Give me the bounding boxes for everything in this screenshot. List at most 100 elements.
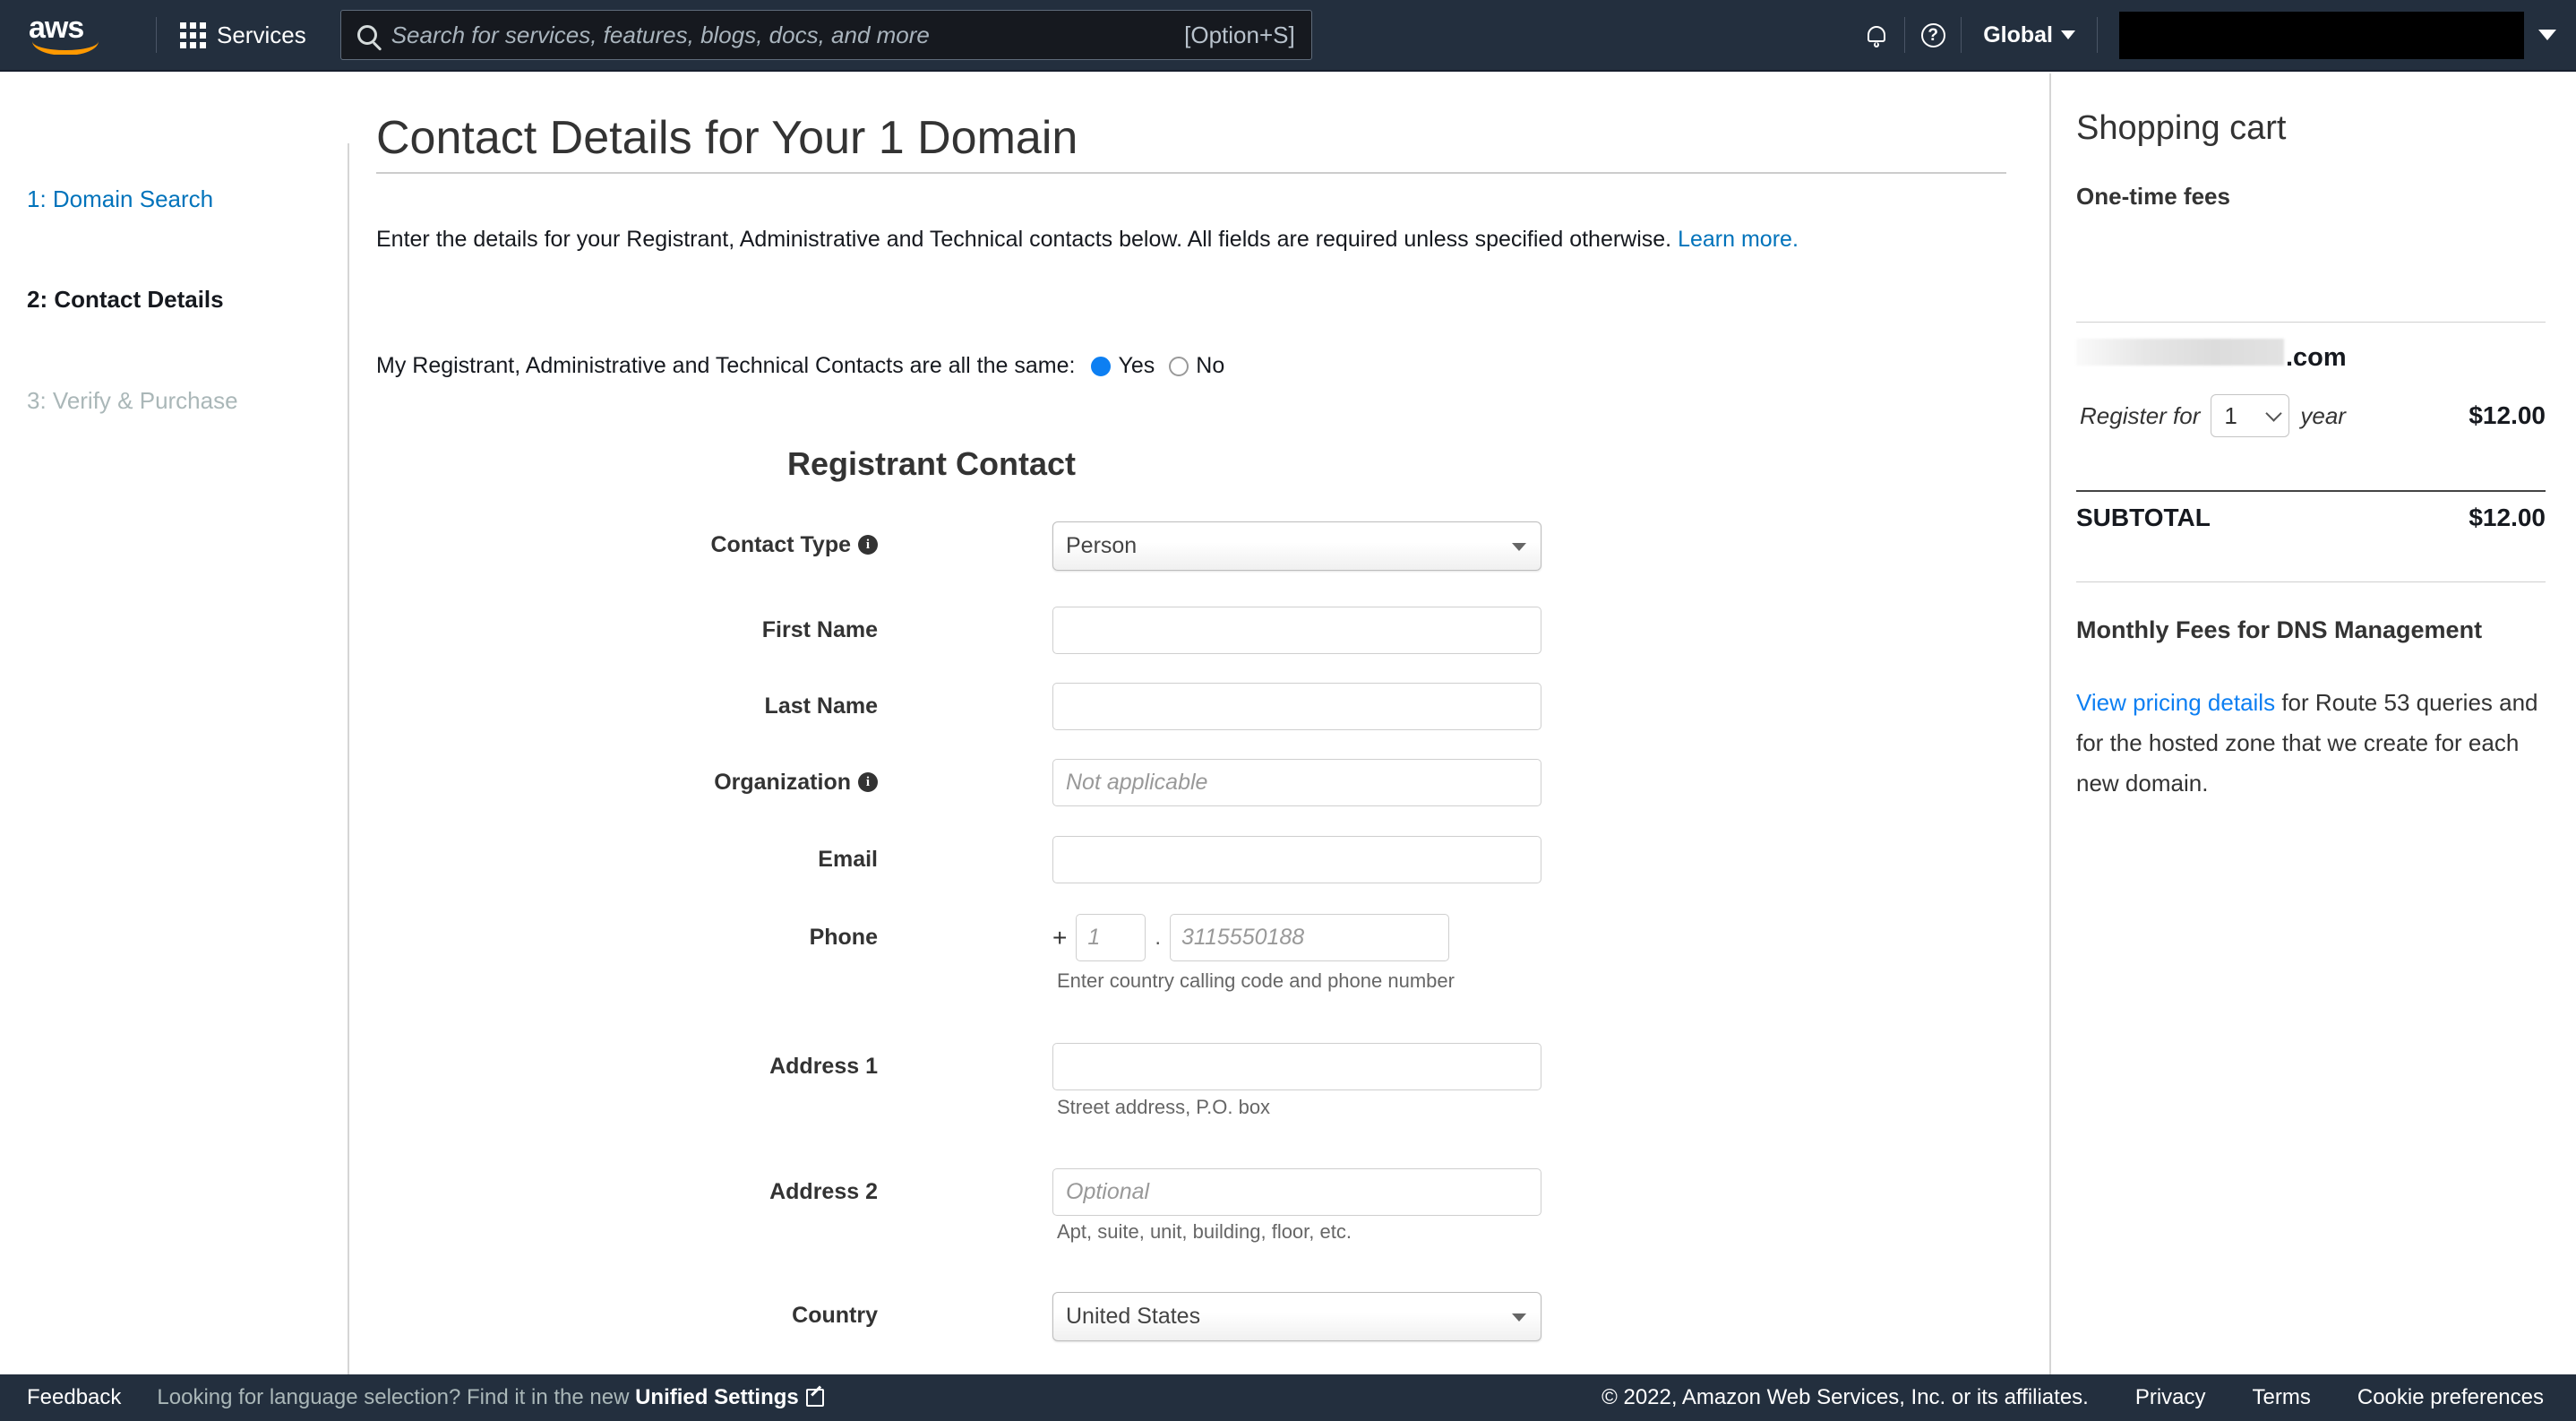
cart-rule [2076, 322, 2546, 323]
register-unit-label: year [2300, 402, 2346, 430]
shopping-cart-panel: Shopping cart One-time fees .com Registe… [2049, 73, 2576, 1374]
info-icon[interactable]: i [858, 772, 878, 792]
global-search-box[interactable]: [Option+S] [340, 10, 1312, 60]
learn-more-link[interactable]: Learn more. [1678, 227, 1799, 252]
email-input[interactable] [1052, 836, 1541, 883]
register-years-value: 1 [2224, 402, 2237, 430]
search-input[interactable] [390, 21, 1184, 50]
services-label: Services [217, 22, 306, 49]
privacy-link[interactable]: Privacy [2135, 1385, 2206, 1410]
monthly-fees-heading: Monthly Fees for DNS Management [2076, 616, 2482, 644]
intro-text: Enter the details for your Registrant, A… [376, 227, 1671, 252]
contact-type-label: Contact Type [711, 532, 852, 558]
last-name-label: Last Name [765, 693, 878, 719]
country-label: Country [792, 1303, 878, 1329]
same-contacts-question: My Registrant, Administrative and Techni… [376, 353, 1075, 379]
email-label: Email [818, 847, 878, 873]
cart-rule [2076, 490, 2546, 492]
chevron-down-icon [1512, 1313, 1526, 1322]
address2-label-wrap: Address 2 [412, 1168, 878, 1215]
feedback-link[interactable]: Feedback [27, 1385, 121, 1410]
account-menu-redacted[interactable] [2119, 12, 2524, 59]
first-name-control [1052, 607, 1541, 654]
organization-input[interactable] [1052, 759, 1541, 806]
email-label-wrap: Email [412, 836, 878, 883]
cart-register-row: Register for 1 year $12.00 [2080, 394, 2546, 437]
terms-link[interactable]: Terms [2253, 1385, 2311, 1410]
country-value: United States [1066, 1304, 1200, 1330]
sidebar-step-domain-search[interactable]: 1: Domain Search [27, 185, 213, 213]
phone-hint: Enter country calling code and phone num… [1057, 969, 1455, 993]
region-selector[interactable]: Global [1962, 0, 2097, 71]
address1-label: Address 1 [769, 1054, 878, 1080]
first-name-label-wrap: First Name [412, 607, 878, 653]
wizard-steps-sidebar: 1: Domain Search 2: Contact Details 3: V… [0, 73, 349, 1374]
same-contacts-yes-option[interactable]: Yes [1091, 353, 1155, 379]
register-for-label: Register for [2080, 402, 2200, 430]
search-shortcut-hint: [Option+S] [1184, 22, 1295, 49]
aws-logo[interactable]: aws [27, 15, 125, 55]
aws-logo-text: aws [29, 15, 83, 40]
organization-control [1052, 759, 1541, 806]
nav-right-cluster: ? Global [1849, 0, 2576, 70]
address2-hint: Apt, suite, unit, building, floor, etc. [1057, 1220, 1352, 1244]
domain-tld: .com [2286, 343, 2347, 373]
email-control [1052, 836, 1541, 883]
organization-label: Organization [714, 770, 851, 796]
address2-label: Address 2 [769, 1179, 878, 1205]
services-menu-button[interactable]: Services [173, 13, 313, 58]
address2-input[interactable] [1052, 1168, 1541, 1216]
first-name-label: First Name [762, 617, 878, 643]
country-control: United States [1052, 1292, 1541, 1341]
phone-number-input[interactable] [1170, 914, 1449, 961]
country-label-wrap: Country [412, 1292, 878, 1339]
register-price: $12.00 [2469, 401, 2546, 430]
grid-icon [180, 22, 206, 48]
unified-settings-link[interactable]: Unified Settings [635, 1385, 799, 1409]
nav-divider [2097, 17, 2098, 53]
cart-domain-name: .com [2076, 339, 2347, 373]
last-name-input[interactable] [1052, 683, 1541, 730]
last-name-label-wrap: Last Name [412, 683, 878, 729]
sidebar-step-contact-details: 2: Contact Details [27, 286, 224, 314]
info-icon[interactable]: i [858, 535, 878, 555]
help-button[interactable]: ? [1905, 0, 1961, 71]
chevron-down-icon [1512, 543, 1526, 551]
redacted-domain-name [2076, 339, 2284, 366]
last-name-control [1052, 683, 1541, 730]
intro-paragraph: Enter the details for your Registrant, A… [376, 224, 2015, 254]
top-navigation-bar: aws Services [Option+S] ? Global [0, 0, 2576, 72]
register-years-select[interactable]: 1 [2211, 394, 2289, 437]
external-link-icon [806, 1389, 824, 1407]
radio-selected-icon[interactable] [1091, 357, 1111, 376]
cart-rule [2076, 581, 2546, 582]
same-contacts-yes-label: Yes [1118, 353, 1155, 379]
country-select[interactable]: United States [1052, 1292, 1541, 1341]
phone-control: + . [1052, 914, 1449, 961]
view-pricing-details-link[interactable]: View pricing details [2076, 689, 2275, 716]
copyright-text: © 2022, Amazon Web Services, Inc. or its… [1601, 1385, 2089, 1410]
phone-country-code-input[interactable] [1076, 914, 1146, 961]
cookie-preferences-link[interactable]: Cookie preferences [2357, 1385, 2544, 1410]
region-label: Global [1983, 22, 2053, 48]
title-divider [376, 172, 2006, 174]
nav-divider [156, 17, 157, 53]
same-contacts-no-label: No [1196, 353, 1224, 379]
section-title-registrant-contact: Registrant Contact [358, 445, 1505, 483]
same-contacts-no-option[interactable]: No [1169, 353, 1224, 379]
radio-unselected-icon[interactable] [1169, 357, 1189, 376]
phone-separator: . [1155, 926, 1161, 951]
notifications-button[interactable] [1849, 0, 1904, 71]
address1-label-wrap: Address 1 [412, 1043, 878, 1089]
chevron-down-icon[interactable] [2538, 30, 2556, 40]
main-content: Contact Details for Your 1 Domain Enter … [358, 73, 2038, 1374]
phone-label-wrap: Phone [412, 914, 878, 960]
contact-type-label-wrap: Contact Type i [412, 521, 878, 568]
contact-type-select[interactable]: Person [1052, 521, 1541, 571]
first-name-input[interactable] [1052, 607, 1541, 654]
address1-input[interactable] [1052, 1043, 1541, 1090]
monthly-fees-body: View pricing details for Route 53 querie… [2076, 683, 2549, 804]
address1-hint: Street address, P.O. box [1057, 1096, 1270, 1119]
cart-subtotal-row: SUBTOTAL $12.00 [2076, 504, 2546, 532]
one-time-fees-heading: One-time fees [2076, 183, 2230, 211]
